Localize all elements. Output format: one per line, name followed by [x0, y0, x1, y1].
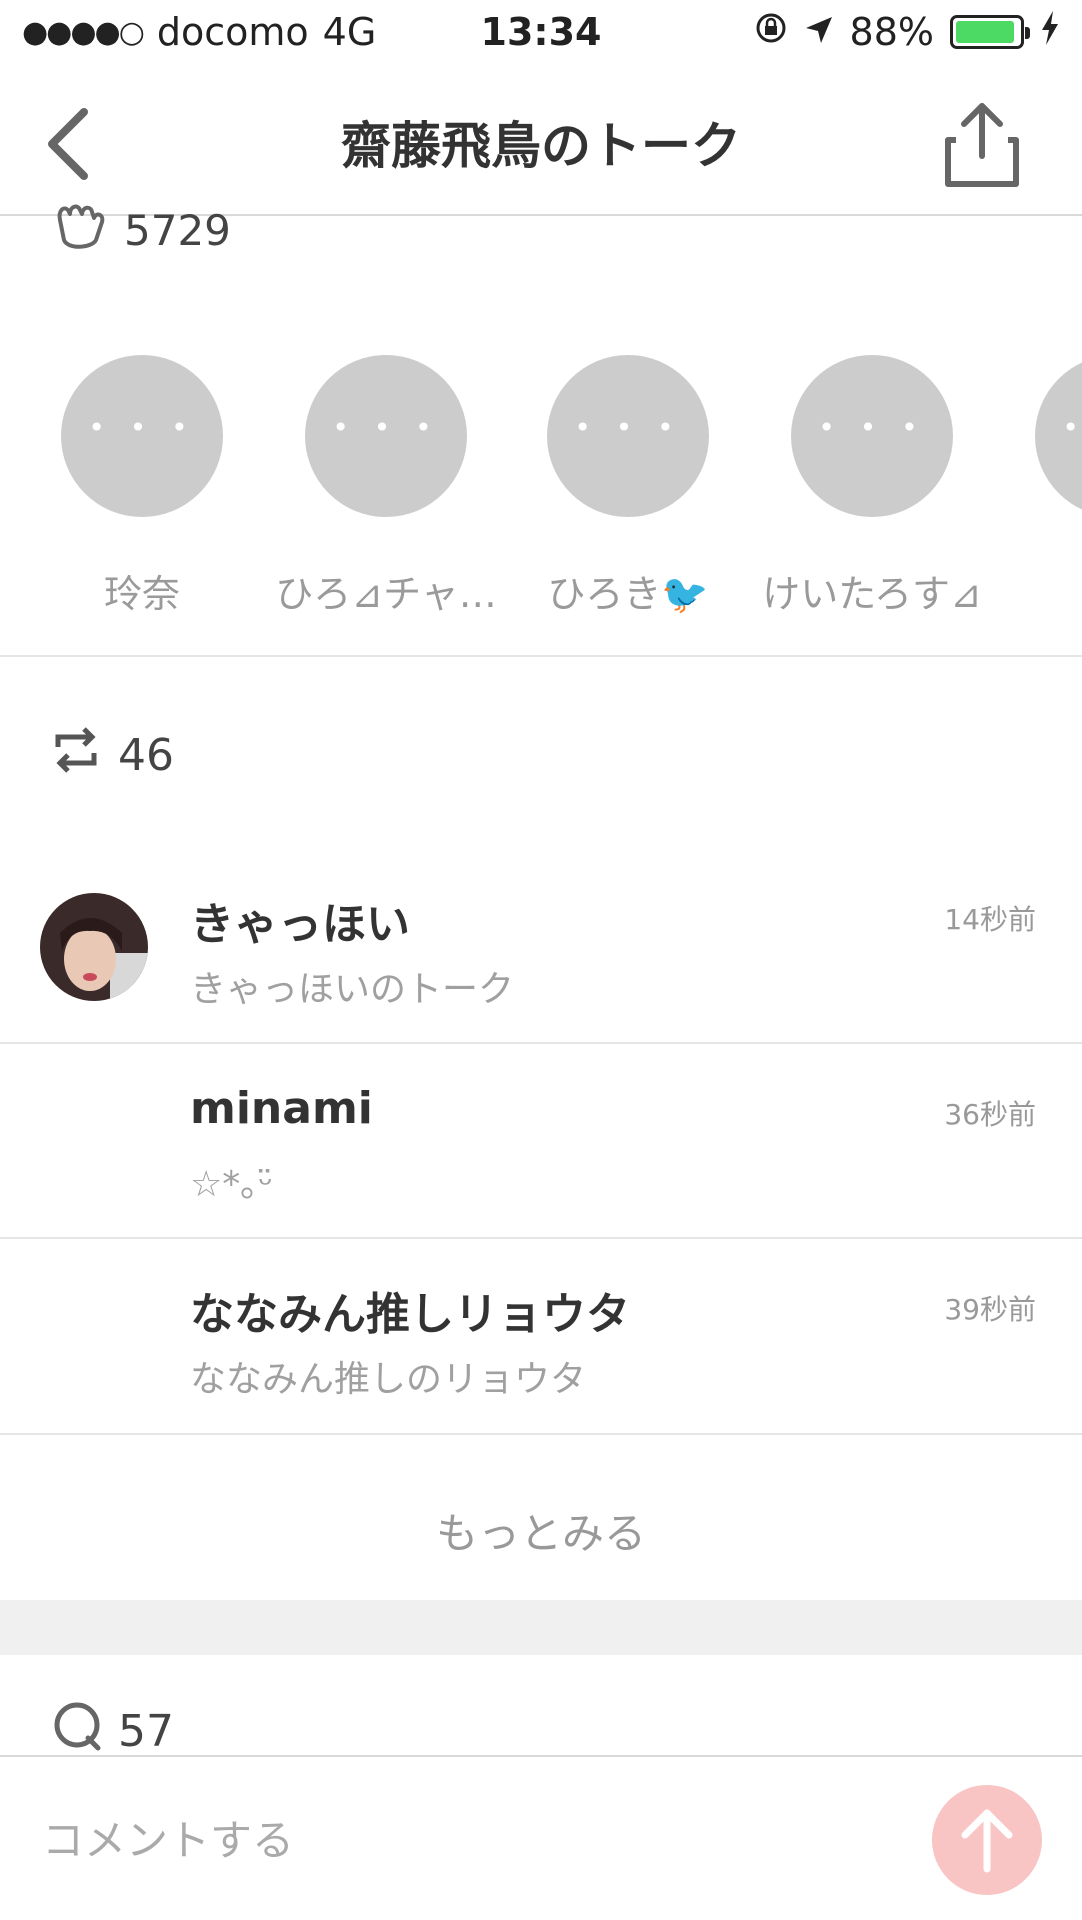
clapper-item[interactable]: • • • 玲奈	[22, 355, 262, 615]
comment-bubble-icon	[52, 1700, 104, 1763]
rotation-lock-icon	[754, 10, 788, 54]
comment-input[interactable]: コメントする	[42, 1807, 294, 1868]
talk-subtitle: ☆*｡ᵕ̈	[190, 1164, 274, 1205]
talk-list-item[interactable]: ななみん推しリョウタ ななみん推しのリョウタ 39秒前	[0, 1238, 1082, 1433]
status-right-group: 88%	[754, 10, 1060, 54]
battery-icon	[950, 15, 1030, 49]
talk-detail-screen: ●●●●○ docomo 4G 13:34 88% 齋藤飛鳥のトーク 5729 …	[0, 0, 1082, 1920]
location-arrow-icon	[804, 10, 834, 54]
avatar: • • •	[61, 355, 223, 517]
clapper-name: けいたろす⊿	[762, 572, 982, 615]
section-divider	[0, 655, 1082, 657]
talk-name: ななみん推しリョウタ	[190, 1289, 630, 1340]
talk-name: minami	[190, 1083, 373, 1134]
send-button[interactable]	[932, 1785, 1042, 1895]
charging-bolt-icon	[1040, 10, 1060, 54]
battery-percent: 88%	[849, 10, 934, 54]
arrow-up-icon	[961, 1809, 1013, 1873]
avatar: • • •	[1035, 355, 1082, 517]
clapper-item[interactable]: • • • ひろ⊿チャ…	[266, 355, 506, 615]
clapper-name: ん	[996, 563, 1082, 615]
clapper-avatars: • • • 玲奈 • • • ひろ⊿チャ… • • • ひろき🐦 • • • け…	[0, 355, 1082, 615]
avatar	[40, 893, 148, 1001]
talk-subtitle: きゃっほいのトーク	[190, 969, 515, 1010]
comment-count: 57	[118, 1706, 174, 1757]
clap-count-row: 5729	[50, 200, 231, 260]
clapper-item[interactable]: • • • ん	[996, 355, 1082, 615]
comment-count-row: 57	[52, 1700, 174, 1763]
list-divider	[0, 1433, 1082, 1435]
repost-count: 46	[118, 730, 174, 781]
clap-count: 5729	[124, 205, 231, 255]
talk-list-item[interactable]: minami ☆*｡ᵕ̈ 36秒前	[0, 1043, 1082, 1238]
talk-list-item[interactable]: きゃっほい きゃっほいのトーク 14秒前	[0, 848, 1082, 1043]
navigation-bar: 齋藤飛鳥のトーク	[0, 70, 1082, 216]
share-icon	[945, 103, 1019, 187]
clapper-item[interactable]: • • • けいたろす⊿	[752, 355, 992, 615]
talk-time: 14秒前	[944, 903, 1036, 936]
talk-subtitle: ななみん推しのリョウタ	[190, 1359, 587, 1400]
talk-time: 36秒前	[944, 1098, 1036, 1131]
share-button[interactable]	[942, 100, 1022, 190]
repost-icon	[52, 725, 100, 786]
clapper-name: 玲奈	[103, 572, 180, 615]
see-more-button[interactable]: もっとみる	[0, 1500, 1082, 1561]
avatar: • • •	[791, 355, 953, 517]
page-title: 齋藤飛鳥のトーク	[341, 117, 741, 175]
status-bar: ●●●●○ docomo 4G 13:34 88%	[0, 0, 1082, 70]
avatar: • • •	[305, 355, 467, 517]
clap-hand-icon	[50, 200, 106, 260]
talk-time: 39秒前	[944, 1293, 1036, 1326]
repost-count-row: 46	[52, 725, 174, 786]
comment-input-bar: コメントする	[0, 1755, 1082, 1920]
avatar: • • •	[547, 355, 709, 517]
talk-name: きゃっほい	[190, 899, 410, 950]
clapper-name: ひろ⊿チャ…	[275, 572, 497, 615]
section-separator	[0, 1600, 1082, 1655]
clapper-item[interactable]: • • • ひろき🐦	[508, 355, 748, 615]
clapper-name: ひろき🐦	[547, 572, 709, 615]
